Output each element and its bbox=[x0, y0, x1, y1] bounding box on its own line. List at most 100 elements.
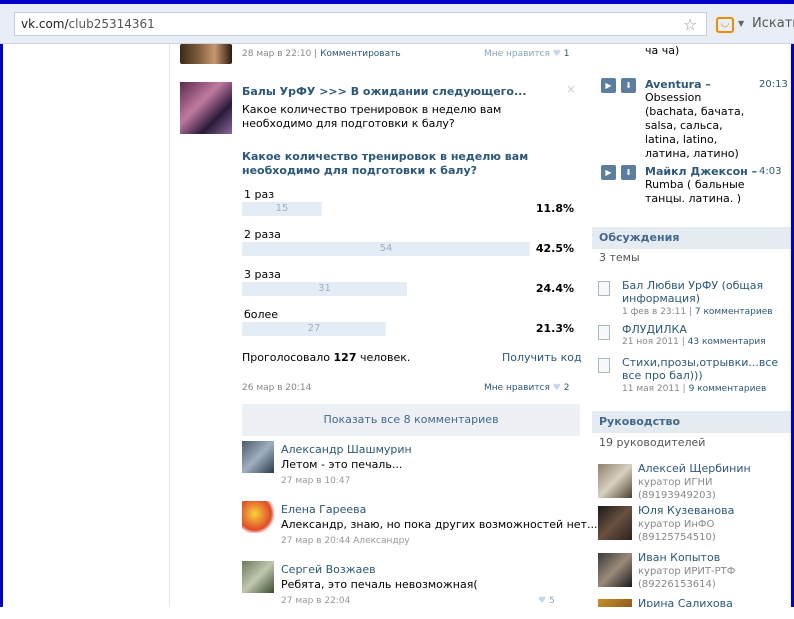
discussion-item[interactable]: Бал Любви УрФУ (общая информация) 1 фев … bbox=[598, 279, 788, 319]
post-author-link[interactable]: Балы УрФУ >>> В ожидании следующего... bbox=[242, 85, 527, 98]
leader-name[interactable]: Алексей Щербинин bbox=[638, 462, 751, 475]
leader-name[interactable]: Юля Кузеванова bbox=[638, 504, 734, 517]
poll-option-count: 54 bbox=[379, 243, 393, 254]
likes-label: Мне нравится bbox=[484, 383, 550, 393]
address-bar: vk.com/club25314361 ☆ ◡ ▼ Искать bbox=[0, 4, 794, 44]
poll-option: 2 раза 54 42.5% bbox=[242, 228, 578, 264]
discussion-date: 11 мая 2011 bbox=[622, 384, 680, 394]
poll-option-label: 1 раз bbox=[244, 188, 275, 201]
get-code-link[interactable]: Получить код bbox=[502, 351, 582, 364]
discussion-title[interactable]: Бал Любви УрФУ (общая информация) bbox=[622, 279, 782, 305]
discussion-meta: 11 мая 2011 | 9 комментариев bbox=[622, 384, 767, 394]
poll-option-label: 3 раза bbox=[244, 268, 281, 281]
leader-role: куратор ИнФО (89125754510) bbox=[638, 519, 716, 543]
poll-bar-track: 31 bbox=[242, 282, 530, 296]
search-field[interactable]: Искать bbox=[752, 16, 794, 31]
track-duration: 4:03 bbox=[759, 166, 782, 177]
poll-option-label: более bbox=[244, 308, 279, 321]
discussion-date: 21 ноя 2011 bbox=[622, 337, 679, 347]
extension-icon[interactable]: ◡ bbox=[716, 17, 734, 33]
previous-post-footer: 28 мар в 22:10 | Комментировать Мне нрав… bbox=[180, 44, 580, 66]
chevron-down-icon[interactable]: ▼ bbox=[738, 19, 744, 28]
discussion-item[interactable]: Стихи,прозы,отрывки...все все про бал)))… bbox=[598, 356, 788, 396]
comment-date[interactable]: 27 мар в 10:47 bbox=[281, 476, 350, 486]
comment-date[interactable]: 27 мар в 20:44 Александру bbox=[281, 536, 410, 546]
discussion-comments[interactable]: 9 комментариев bbox=[689, 384, 767, 394]
comment-avatar[interactable] bbox=[242, 441, 274, 473]
comment-text: Александр, знаю, но пока других возможно… bbox=[281, 518, 598, 531]
leader-name[interactable]: Иван Копытов bbox=[638, 551, 720, 564]
leader-avatar[interactable] bbox=[598, 464, 632, 498]
column-divider bbox=[169, 44, 170, 607]
poll-option-label: 2 раза bbox=[244, 228, 281, 241]
previous-post-likes[interactable]: Мне нравится ♥ 1 bbox=[484, 49, 569, 59]
comment-link[interactable]: Комментировать bbox=[320, 49, 401, 59]
browser-window: vk.com/club25314361 ☆ ◡ ▼ Искать 28 мар … bbox=[0, 0, 794, 607]
likes-count: 5 bbox=[548, 596, 555, 606]
discussions-count: 3 темы bbox=[599, 251, 640, 264]
leader-avatar[interactable] bbox=[598, 506, 632, 540]
play-icon[interactable]: ▶ bbox=[601, 78, 616, 93]
comment-author[interactable]: Елена Гареева bbox=[281, 503, 366, 516]
comment-avatar[interactable] bbox=[242, 561, 274, 593]
discussions-header[interactable]: Обсуждения bbox=[592, 227, 791, 249]
leader-item: Иван Копытов куратор ИРИТ-РТФ (892261536… bbox=[598, 551, 788, 593]
audio-track: ▶ ⬇ Майкл Джексон – Rumba ( бальные танц… bbox=[601, 165, 791, 210]
leader-item: Алексей Щербинин куратор ИГНИ (891939492… bbox=[598, 462, 788, 504]
heart-icon: ♥ bbox=[538, 596, 547, 606]
comment-author[interactable]: Александр Шашмурин bbox=[281, 443, 412, 456]
show-all-comments-button[interactable]: Показать все 8 комментариев bbox=[242, 404, 580, 436]
play-icon[interactable]: ▶ bbox=[601, 165, 616, 180]
track-title[interactable]: Rumba ( бальные танцы. латина. ) bbox=[645, 178, 757, 206]
bookmark-star-icon[interactable]: ☆ bbox=[683, 15, 697, 34]
poll-option-count: 27 bbox=[307, 323, 321, 334]
comment-avatar[interactable] bbox=[242, 501, 274, 533]
poll-option-percent: 42.5% bbox=[535, 242, 574, 255]
discussion-meta: 21 ноя 2011 | 43 комментария bbox=[622, 337, 766, 347]
leader-role: куратор ИРИТ-РТФ (89226153614) bbox=[638, 566, 736, 590]
leader-avatar[interactable] bbox=[598, 553, 632, 587]
post-text: Какое количество тренировок в неделю вам… bbox=[242, 103, 502, 130]
track-artist[interactable]: Майкл Джексон – bbox=[645, 165, 757, 178]
document-icon bbox=[598, 358, 610, 373]
leader-name[interactable]: Ирина Салихова bbox=[638, 597, 733, 607]
comment-author[interactable]: Сергей Возжаев bbox=[281, 563, 376, 576]
url-field[interactable]: vk.com/club25314361 bbox=[14, 12, 707, 36]
poll-option: 1 раз 15 11.8% bbox=[242, 188, 578, 224]
discussion-meta: 1 фев в 23:11 | 7 комментариев bbox=[622, 307, 773, 317]
discussion-date: 1 фев в 23:11 bbox=[622, 307, 687, 317]
discussion-title[interactable]: ФЛУДИЛКА bbox=[622, 323, 782, 336]
url-path: club25314361 bbox=[68, 17, 155, 31]
discussion-title[interactable]: Стихи,прозы,отрывки...все все про бал))) bbox=[622, 356, 782, 382]
post-date[interactable]: 26 мар в 20:14 bbox=[242, 383, 311, 393]
discussion-comments[interactable]: 7 комментариев bbox=[695, 307, 773, 317]
post-avatar[interactable] bbox=[180, 82, 232, 134]
close-icon[interactable]: × bbox=[566, 82, 576, 96]
poll-option-percent: 11.8% bbox=[535, 202, 574, 215]
poll-voted-count: Проголосовало 127 человек. bbox=[242, 351, 410, 364]
likes-label: Мне нравится bbox=[484, 49, 550, 59]
poll-option-count: 31 bbox=[318, 283, 331, 294]
previous-post-thumbnail[interactable] bbox=[180, 44, 232, 64]
comment-likes[interactable]: ♥ 5 bbox=[538, 596, 555, 606]
download-icon[interactable]: ⬇ bbox=[621, 165, 636, 180]
post-likes[interactable]: Мне нравится ♥ 2 bbox=[484, 383, 569, 393]
likes-count: 2 bbox=[563, 383, 570, 393]
poll-bar-track: 27 bbox=[242, 322, 530, 336]
discussion-item[interactable]: ФЛУДИЛКА 21 ноя 2011 | 43 комментария bbox=[598, 323, 788, 353]
leader-avatar[interactable] bbox=[598, 599, 632, 607]
likes-count: 1 bbox=[563, 49, 570, 59]
leaders-count: 19 руководителей bbox=[599, 436, 706, 449]
heart-icon: ♥ bbox=[552, 383, 561, 393]
comment-date[interactable]: 27 мар в 22:04 bbox=[281, 596, 350, 606]
comment-item: Александр Шашмурин Летом - это печаль...… bbox=[242, 441, 582, 499]
download-icon[interactable]: ⬇ bbox=[621, 78, 636, 93]
leaders-header[interactable]: Руководство bbox=[592, 411, 791, 433]
heart-icon: ♥ bbox=[552, 49, 561, 59]
previous-post-date[interactable]: 28 мар в 22:10 bbox=[242, 49, 311, 59]
track-title[interactable]: Obsession (bachata, бачата, salsa, сальс… bbox=[645, 91, 757, 161]
track-artist[interactable]: Aventura – bbox=[645, 78, 711, 91]
document-icon bbox=[598, 325, 610, 340]
discussion-comments[interactable]: 43 комментария bbox=[688, 337, 766, 347]
voted-suffix: человек. bbox=[360, 351, 411, 364]
